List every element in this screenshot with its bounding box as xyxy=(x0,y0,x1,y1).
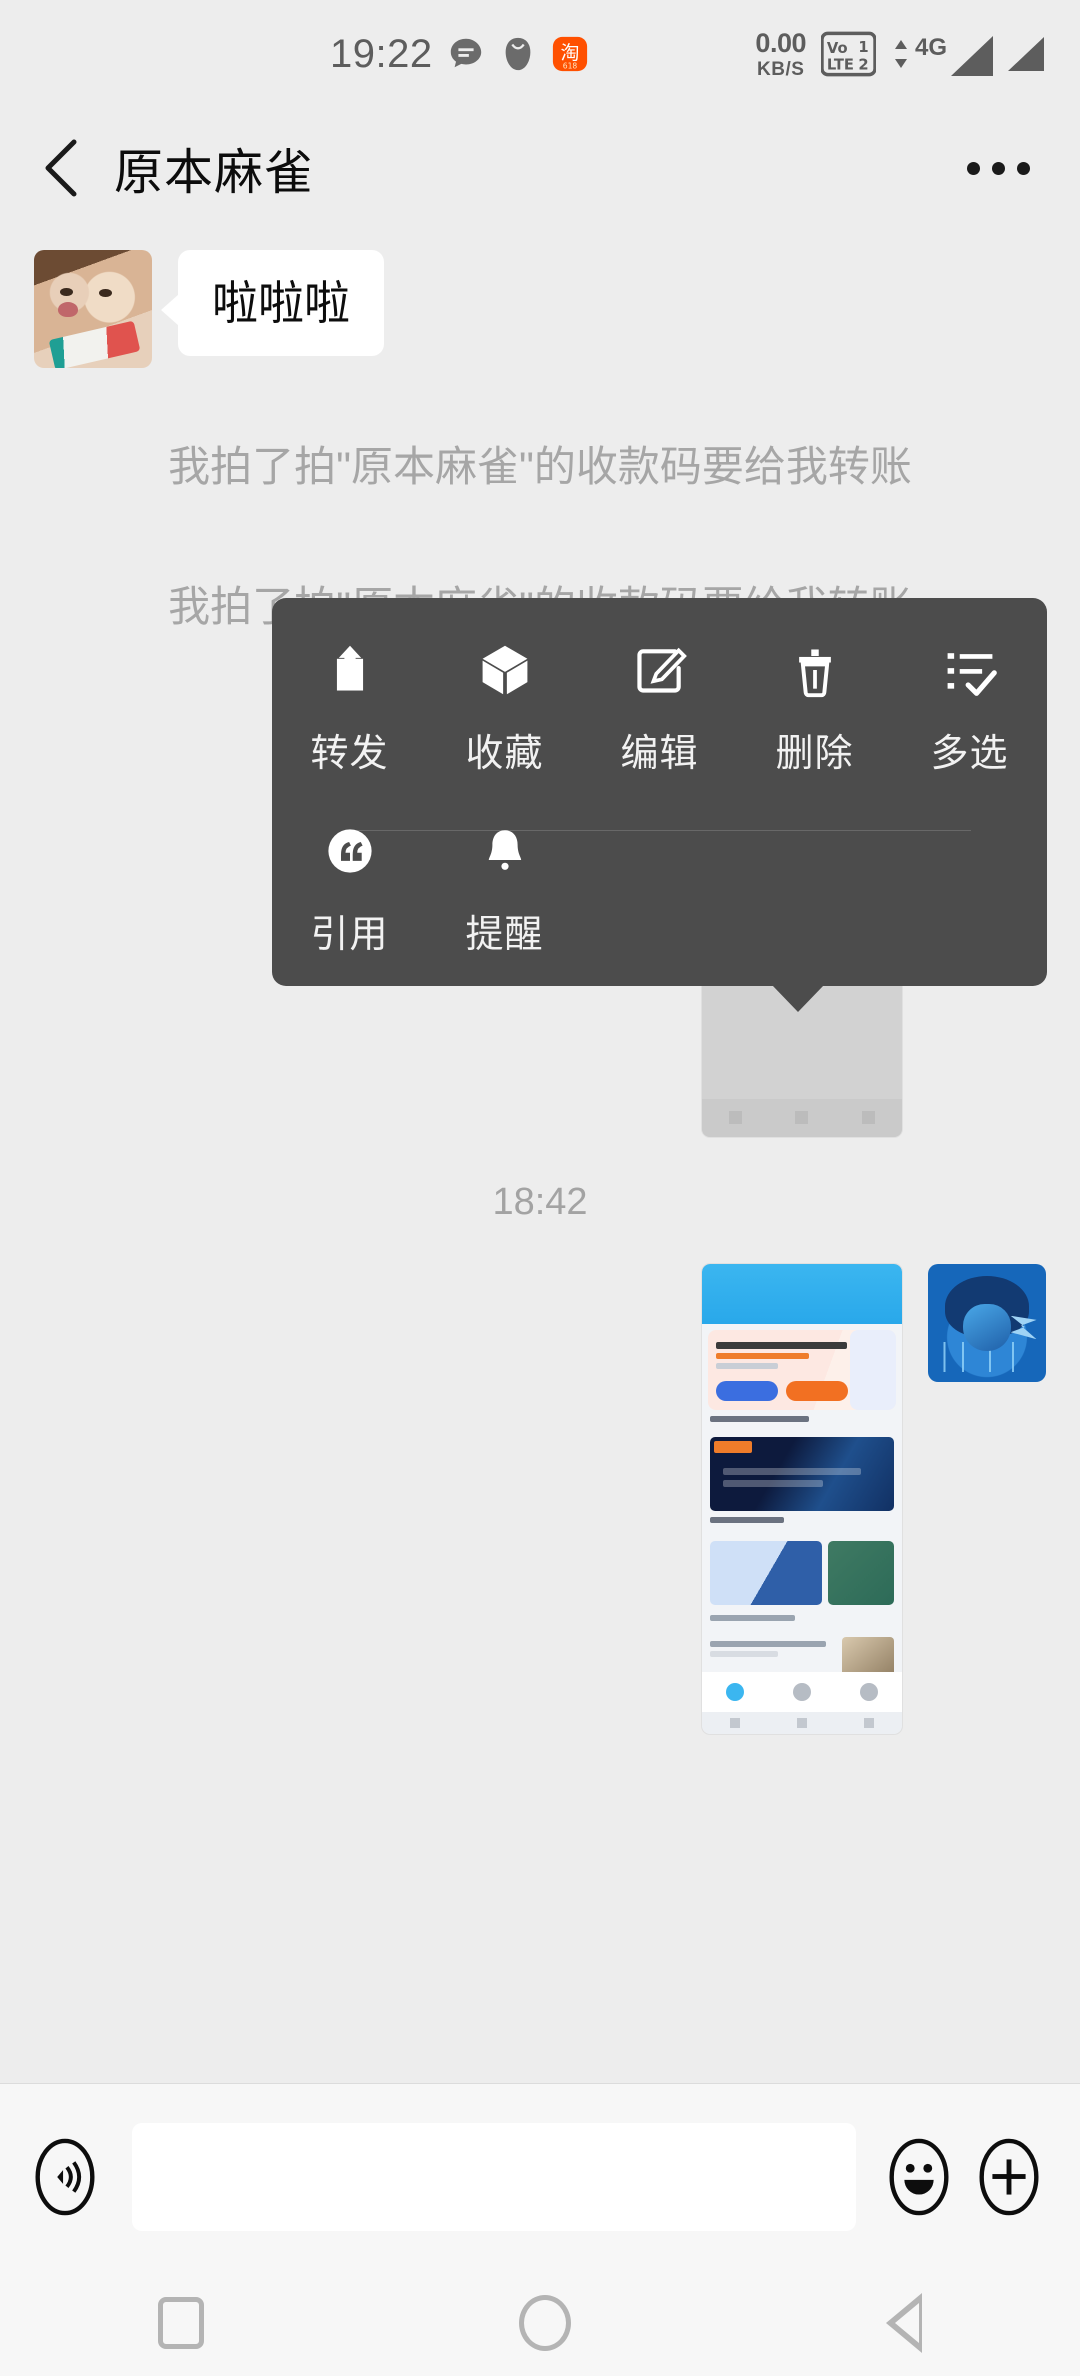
context-menu-item-edit[interactable]: 编辑 xyxy=(582,640,737,777)
status-bar-right: 0.00 KB/S Vo LTE 1 2 4G xyxy=(755,27,1044,80)
context-menu-item-remind[interactable]: 提醒 xyxy=(427,821,582,958)
message-row-outgoing xyxy=(0,1263,1080,1734)
context-menu-row-2: 引用 提醒 xyxy=(272,777,1047,958)
svg-text:Vo: Vo xyxy=(827,40,848,57)
volte-dual-sim-icon: Vo LTE 1 2 xyxy=(820,31,876,77)
add-plus-icon[interactable] xyxy=(968,2136,1050,2218)
signal-sim1-indicator: 4G xyxy=(891,32,993,76)
avatar[interactable] xyxy=(928,1263,1046,1382)
context-menu-label: 收藏 xyxy=(465,733,544,775)
svg-text:1: 1 xyxy=(858,39,868,56)
back-triangle-icon[interactable] xyxy=(886,2293,923,2353)
chat-header: 原本麻雀 xyxy=(0,108,1080,228)
context-menu-item-favorite[interactable]: 收藏 xyxy=(427,640,582,777)
context-menu-item-forward[interactable]: 转发 xyxy=(272,640,427,777)
message-text-input[interactable] xyxy=(132,2123,856,2231)
recents-square-icon[interactable] xyxy=(157,2297,204,2349)
network-speed-indicator: 0.00 KB/S xyxy=(755,27,806,80)
page-title: 原本麻雀 xyxy=(114,145,315,200)
mask-icon xyxy=(505,37,530,71)
svg-text:618: 618 xyxy=(562,61,577,70)
image-message-thumbnail[interactable] xyxy=(702,1263,902,1734)
message-row-incoming: 啦啦啦 xyxy=(0,250,1080,368)
context-menu-divider xyxy=(348,830,971,831)
data-arrows-icon xyxy=(894,40,907,68)
svg-text:2: 2 xyxy=(858,57,868,74)
emoji-smiley-icon[interactable] xyxy=(878,2136,960,2218)
avatar[interactable] xyxy=(34,250,152,368)
system-navigation-bar xyxy=(0,2270,1080,2376)
cat-avatar xyxy=(34,250,152,368)
status-clock: 19:22 xyxy=(330,31,433,76)
context-menu-label: 引用 xyxy=(310,914,389,956)
message-input-bar xyxy=(0,2083,1080,2270)
share-forward-icon xyxy=(320,640,380,700)
status-bar: 19:22 淘 618 0.00 KB/S Vo LTE 1 2 4G xyxy=(0,0,1080,108)
pikachu-avatar xyxy=(928,1263,1046,1382)
multi-select-icon xyxy=(940,640,1000,700)
system-message: 我拍了拍"原本麻雀"的收款码要给我转账 xyxy=(168,443,912,490)
context-menu-arrow xyxy=(772,985,824,1012)
status-bar-left: 19:22 淘 618 xyxy=(330,32,589,77)
chat-bubble-icon xyxy=(450,38,481,68)
chevron-left-icon[interactable] xyxy=(40,138,84,198)
message-bubble[interactable]: 啦啦啦 xyxy=(161,250,384,357)
context-menu-label: 转发 xyxy=(310,733,389,775)
taobao-icon: 淘 618 xyxy=(552,36,587,72)
parenting-app-screenshot xyxy=(702,1263,902,1734)
home-circle-icon[interactable] xyxy=(518,2295,571,2351)
more-options-icon[interactable] xyxy=(967,161,1030,175)
chat-message-list[interactable]: 啦啦啦 我拍了拍"原本麻雀"的收款码要给我转账 我拍了拍"原本麻雀"的收款码要给… xyxy=(0,228,1080,2083)
edit-pencil-icon xyxy=(630,640,690,700)
context-menu-label: 删除 xyxy=(775,733,854,775)
context-menu-row-1: 转发 收藏 编辑 删除 多选 xyxy=(272,598,1047,777)
context-menu-item-multiselect[interactable]: 多选 xyxy=(892,640,1047,777)
context-menu-label: 提醒 xyxy=(465,914,544,956)
signal-bars-2-icon xyxy=(1008,37,1044,71)
context-menu-item-quote[interactable]: 引用 xyxy=(272,821,427,958)
svg-text:LTE: LTE xyxy=(827,57,854,74)
context-menu-item-delete[interactable]: 删除 xyxy=(737,640,892,777)
voice-input-icon[interactable] xyxy=(24,2136,106,2218)
context-menu-label: 多选 xyxy=(930,733,1009,775)
context-menu-label: 编辑 xyxy=(620,733,699,775)
message-context-menu[interactable]: 转发 收藏 编辑 删除 多选 引用 提醒 xyxy=(272,598,1047,1012)
trash-delete-icon xyxy=(785,640,845,700)
signal-bars-1-icon xyxy=(951,36,993,76)
favorite-box-icon xyxy=(475,640,535,700)
message-timestamp: 18:42 xyxy=(492,1180,588,1223)
